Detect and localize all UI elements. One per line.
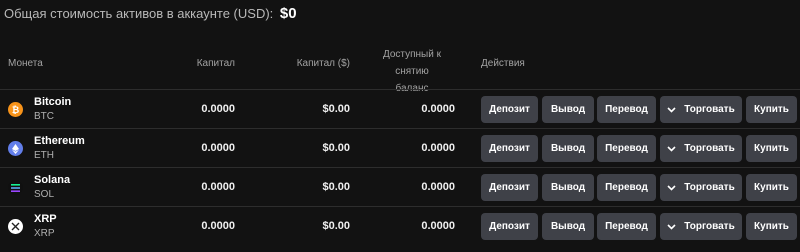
capital-value: 0.0000 <box>201 103 235 115</box>
trade-button-label: Торговать <box>684 182 735 193</box>
transfer-button[interactable]: Перевод <box>597 96 656 123</box>
trade-dropdown-button[interactable]: Торговать <box>660 174 742 201</box>
column-header-available-line1: Доступный к снятию <box>382 49 441 77</box>
asset-row-ethereum: Ethereum ETH 0.0000 $0.00 0.0000 Депозит… <box>0 128 800 168</box>
asset-row-solana: Solana SOL 0.0000 $0.00 0.0000 Депозит В… <box>0 167 800 207</box>
total-assets-value: $0 <box>279 5 297 22</box>
coin-name: Solana <box>34 174 71 186</box>
chevron-down-icon <box>667 184 676 191</box>
buy-button[interactable]: Купить <box>746 174 797 201</box>
chevron-down-icon <box>667 106 676 113</box>
capital-value: 0.0000 <box>201 142 235 154</box>
transfer-button[interactable]: Перевод <box>597 174 656 201</box>
coin-name: Bitcoin <box>34 96 72 108</box>
coin-name: Ethereum <box>34 135 85 147</box>
total-assets-label: Общая стоимость активов в аккаунте (USD)… <box>4 6 274 21</box>
available-value: 0.0000 <box>421 220 455 232</box>
capital-usd-value: $0.00 <box>322 220 350 232</box>
capital-usd-value: $0.00 <box>322 142 350 154</box>
withdraw-button[interactable]: Вывод <box>542 135 594 162</box>
deposit-button[interactable]: Депозит <box>481 96 538 123</box>
asset-row-bitcoin: ₿ Bitcoin BTC 0.0000 $0.00 0.0000 Депози… <box>0 89 800 129</box>
coin-symbol: SOL <box>34 189 55 200</box>
transfer-button[interactable]: Перевод <box>597 213 656 240</box>
capital-usd-value: $0.00 <box>322 181 350 193</box>
coin-name: XRP <box>34 213 57 225</box>
available-value: 0.0000 <box>421 142 455 154</box>
trade-dropdown-button[interactable]: Торговать <box>660 213 742 240</box>
bitcoin-icon: ₿ <box>8 102 23 117</box>
buy-button[interactable]: Купить <box>746 135 797 162</box>
column-header-capital-usd: Капитал ($) <box>296 58 350 69</box>
buy-button[interactable]: Купить <box>746 213 797 240</box>
total-assets-summary: Общая стоимость активов в аккаунте (USD)… <box>4 5 297 22</box>
available-value: 0.0000 <box>421 103 455 115</box>
asset-row-xrp: XRP XRP 0.0000 $0.00 0.0000 Депозит Выво… <box>0 206 800 246</box>
column-header-actions: Действия <box>481 58 525 69</box>
coin-symbol: XRP <box>34 228 55 239</box>
ethereum-icon <box>8 141 23 156</box>
column-header-capital: Капитал <box>196 58 235 69</box>
capital-value: 0.0000 <box>201 181 235 193</box>
deposit-button[interactable]: Депозит <box>481 135 538 162</box>
trade-button-label: Торговать <box>684 104 735 115</box>
withdraw-button[interactable]: Вывод <box>542 96 594 123</box>
available-value: 0.0000 <box>421 181 455 193</box>
xrp-icon <box>8 219 23 234</box>
deposit-button[interactable]: Депозит <box>481 174 538 201</box>
trade-dropdown-button[interactable]: Торговать <box>660 96 742 123</box>
solana-icon <box>8 180 23 195</box>
capital-usd-value: $0.00 <box>322 103 350 115</box>
buy-button[interactable]: Купить <box>746 96 797 123</box>
trade-button-label: Торговать <box>684 143 735 154</box>
chevron-down-icon <box>667 223 676 230</box>
withdraw-button[interactable]: Вывод <box>542 174 594 201</box>
withdraw-button[interactable]: Вывод <box>542 213 594 240</box>
chevron-down-icon <box>667 145 676 152</box>
deposit-button[interactable]: Депозит <box>481 213 538 240</box>
coin-symbol: ETH <box>34 150 54 161</box>
trade-dropdown-button[interactable]: Торговать <box>660 135 742 162</box>
coin-symbol: BTC <box>34 111 54 122</box>
transfer-button[interactable]: Перевод <box>597 135 656 162</box>
capital-value: 0.0000 <box>201 220 235 232</box>
column-header-coin: Монета <box>8 58 43 69</box>
trade-button-label: Торговать <box>684 221 735 232</box>
